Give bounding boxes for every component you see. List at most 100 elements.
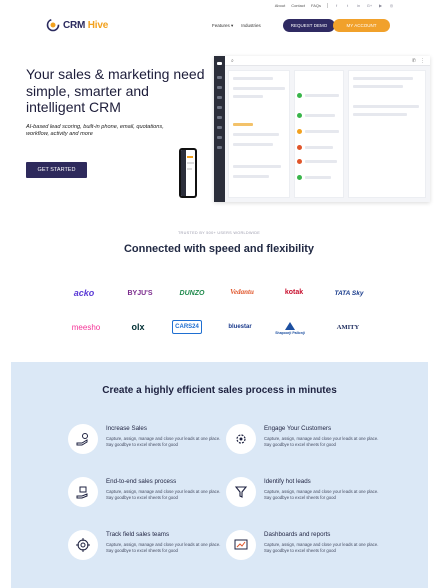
placeholder-line <box>187 162 194 164</box>
client-logo-meesho: meesho <box>71 322 101 332</box>
client-logo-dunzo: DUNZO <box>179 289 205 297</box>
get-started-button[interactable]: GET STARTED <box>26 162 87 178</box>
phone-icon: ✆ <box>411 58 416 64</box>
feature-title: End-to-end sales process <box>106 478 177 485</box>
feature-increase-sales: Increase Sales Capture, assign, manage a… <box>68 424 228 458</box>
client-logo-kotak: kotak <box>284 288 304 296</box>
placeholder-line <box>233 77 273 80</box>
menu-icon <box>217 62 222 65</box>
client-logo-cars24: CARS24 <box>172 320 202 334</box>
placeholder-line <box>233 87 285 90</box>
feature-desc: Capture, assign, manage and close your l… <box>264 489 379 500</box>
client-logo-olx: olx <box>131 322 145 332</box>
dashboard-sidebar <box>214 56 225 202</box>
placeholder-line <box>187 168 192 170</box>
client-logo-tatasky: TATA Sky <box>334 289 364 297</box>
dashboard-panel <box>348 70 426 198</box>
client-logo-acko: acko <box>73 288 95 298</box>
site-header: CRM Hive Features ▾ Industries REQUEST D… <box>0 18 438 36</box>
placeholder-line <box>305 176 331 179</box>
process-title: Create a highly efficient sales process … <box>102 385 337 396</box>
nav-icon <box>217 146 222 149</box>
sales-growth-icon <box>68 424 98 454</box>
placeholder-line <box>305 160 337 163</box>
feature-hot-leads: Identify hot leads Capture, assign, mana… <box>226 477 386 511</box>
hero-subtitle: AI-based lead scoring, built-in phone, e… <box>26 124 164 137</box>
feature-desc: Capture, assign, manage and close your l… <box>264 542 379 553</box>
filter-funnel-icon <box>234 486 248 498</box>
client-logo-bluestar: bluestar <box>228 324 252 330</box>
faqs-link[interactable]: FAQs <box>311 3 321 8</box>
instagram-icon[interactable]: ◎ <box>389 3 394 8</box>
placeholder-line <box>353 105 419 108</box>
main-nav: Features ▾ Industries <box>212 23 261 29</box>
report-chart-icon <box>234 539 248 550</box>
linkedin-icon[interactable]: in <box>356 3 361 8</box>
process-icon <box>68 477 98 507</box>
nav-icon <box>217 116 222 119</box>
tracking-icon <box>68 530 98 560</box>
request-demo-button[interactable]: REQUEST DEMO <box>283 19 335 32</box>
google-plus-icon[interactable]: G+ <box>367 3 372 8</box>
nav-icon <box>217 76 222 79</box>
status-dot <box>297 145 302 150</box>
about-link[interactable]: About <box>275 3 285 8</box>
dashboard-preview-image: ⌕ ✆ ⋮ <box>214 56 430 202</box>
phone-screen <box>181 150 195 196</box>
nav-icon <box>217 106 222 109</box>
gear-people-icon <box>236 434 246 444</box>
feature-end-to-end: End-to-end sales process Capture, assign… <box>68 477 228 511</box>
status-dot <box>297 113 302 118</box>
logo[interactable]: CRM Hive <box>46 18 108 32</box>
placeholder-line <box>353 113 407 116</box>
feature-title: Dashboards and reports <box>264 531 331 538</box>
placeholder-line <box>305 130 339 133</box>
nav-industries[interactable]: Industries <box>241 23 261 29</box>
contact-link[interactable]: Contact <box>291 3 305 8</box>
mobile-app-preview-image <box>179 148 197 198</box>
status-dot <box>297 93 302 98</box>
client-logo-byjus: BYJU'S <box>127 289 153 297</box>
funnel-icon <box>226 477 256 507</box>
hand-box-icon <box>76 486 88 499</box>
twitter-icon[interactable]: t <box>345 3 350 8</box>
youtube-icon[interactable]: ▶ <box>378 3 383 8</box>
placeholder-line <box>233 123 253 126</box>
divider <box>327 3 328 8</box>
placeholder-line <box>353 77 413 80</box>
feature-desc: Capture, assign, manage and close your l… <box>106 542 221 553</box>
location-target-icon <box>76 538 90 552</box>
shapoorji-mark-icon <box>285 322 295 330</box>
logo-crm: CRM <box>63 19 86 31</box>
feature-title: Track field sales teams <box>106 531 170 538</box>
nav-icon <box>217 86 222 89</box>
my-account-button[interactable]: MY ACCOUNT <box>333 19 390 32</box>
sales-process-section: Create a highly efficient sales process … <box>11 362 428 588</box>
facebook-icon[interactable]: f <box>334 3 339 8</box>
nav-icon <box>217 136 222 139</box>
nav-features[interactable]: Features ▾ <box>212 23 233 29</box>
feature-desc: Capture, assign, manage and close your l… <box>264 436 379 447</box>
placeholder-line <box>233 95 263 98</box>
placeholder-line <box>233 133 279 136</box>
placeholder-line <box>305 114 335 117</box>
utility-bar: About Contact FAQs f t in G+ ▶ ◎ <box>275 3 394 8</box>
placeholder-line <box>187 156 193 158</box>
logo-text: CRM Hive <box>63 20 108 31</box>
phone-sidebar <box>181 150 186 196</box>
placeholder-line <box>305 146 333 149</box>
dashboard-panel <box>228 70 290 198</box>
placeholder-line <box>233 143 273 146</box>
dashboard-panel <box>294 70 344 198</box>
connected-headline: Connected with speed and flexibility <box>123 243 315 255</box>
logo-mark-icon <box>46 18 60 32</box>
status-dot <box>297 159 302 164</box>
engage-icon <box>226 424 256 454</box>
more-icon: ⋮ <box>420 58 425 64</box>
hand-coins-icon <box>76 433 88 446</box>
client-logo-amity: AMITY <box>336 323 360 331</box>
trusted-caption: TRUSTED BY 500+ USERS WORLDWIDE <box>177 231 261 235</box>
status-dot <box>297 175 302 180</box>
feature-field-sales: Track field sales teams Capture, assign,… <box>68 530 228 564</box>
logo-hive: Hive <box>87 19 109 31</box>
